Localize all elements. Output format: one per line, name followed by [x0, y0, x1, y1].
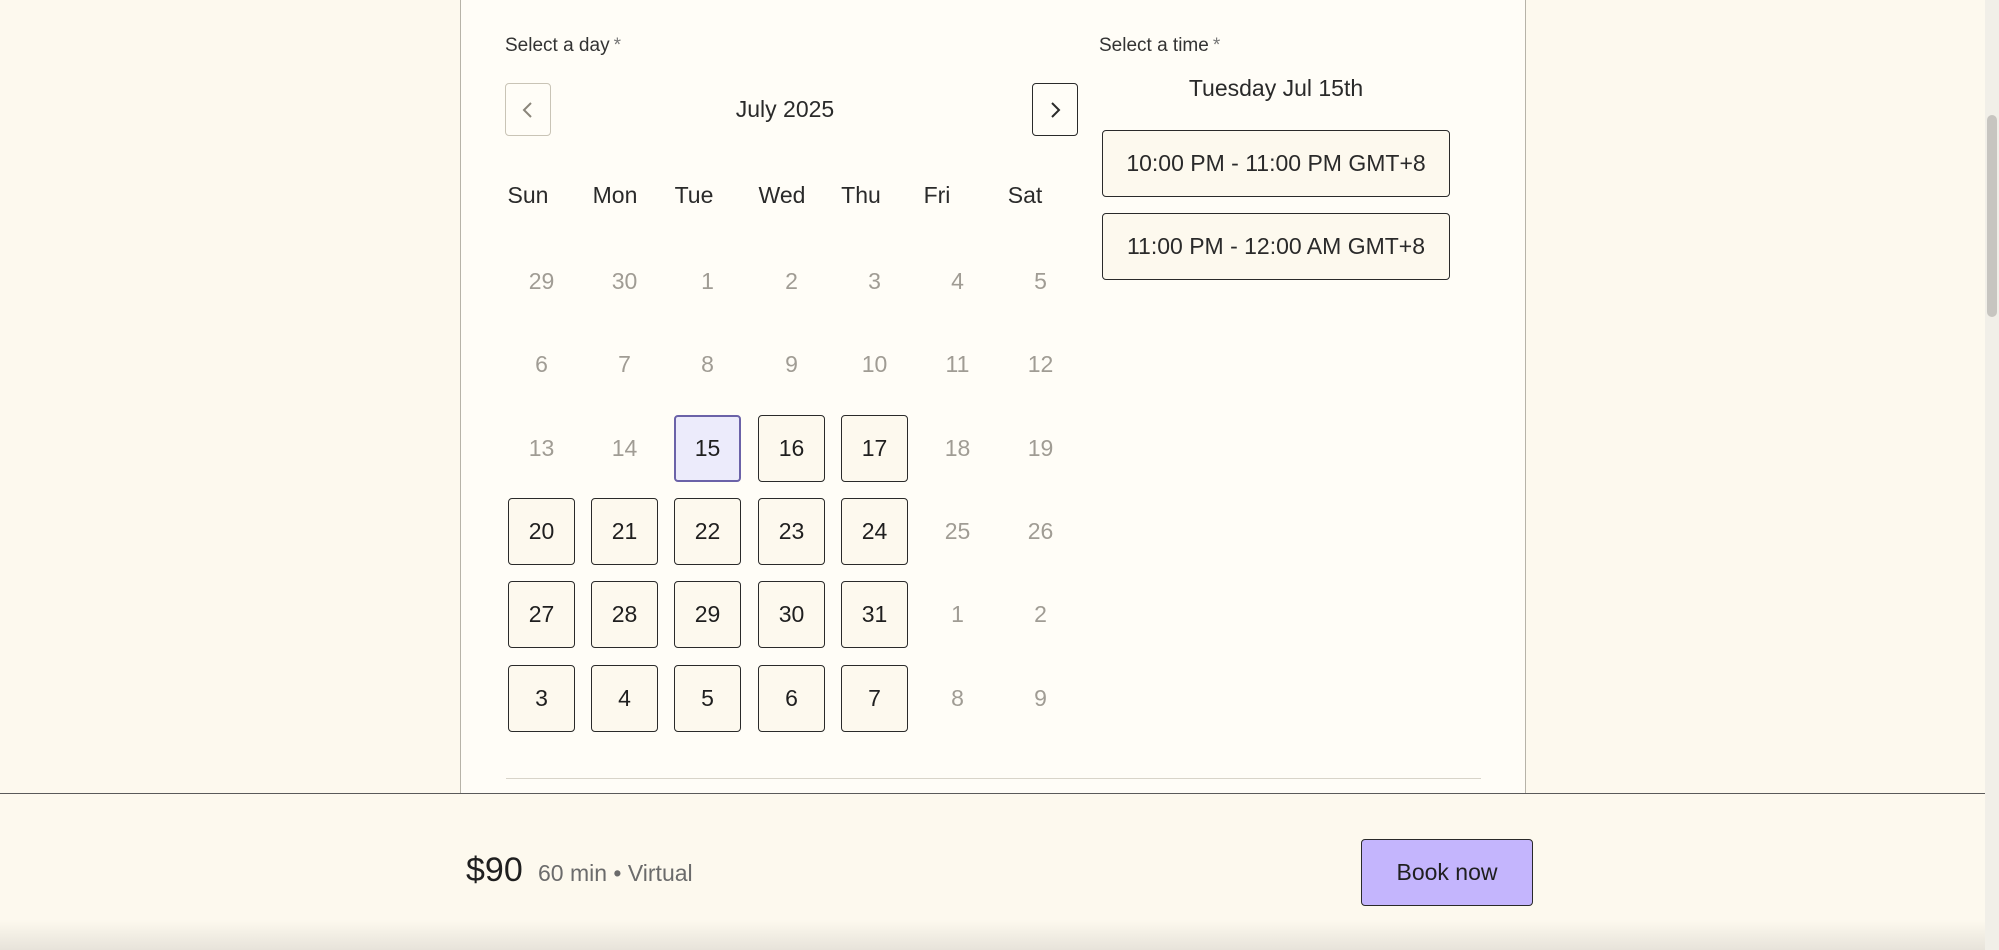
calendar-day: 14 [611, 435, 638, 461]
calendar-day: 19 [1027, 435, 1054, 461]
calendar-day: 11 [945, 351, 970, 377]
calendar-day: 9 [1034, 685, 1047, 711]
divider [506, 778, 1481, 779]
calendar-day-selected[interactable]: 15 [674, 415, 741, 482]
select-time-label-text: Select a time [1099, 35, 1209, 56]
time-slot[interactable]: 11:00 PM - 12:00 AM GMT+8 [1102, 213, 1450, 280]
calendar-day: 6 [535, 351, 548, 377]
calendar-day[interactable]: 31 [841, 581, 908, 648]
weekday-label: Sun [507, 182, 549, 208]
calendar-day: 1 [951, 601, 964, 627]
weekday-label: Sat [1007, 182, 1043, 208]
prev-month-button[interactable] [505, 83, 551, 136]
calendar-day[interactable]: 7 [841, 665, 908, 732]
scrollbar[interactable] [1985, 0, 1999, 950]
calendar-day[interactable]: 28 [591, 581, 658, 648]
calendar-day: 1 [701, 268, 714, 294]
calendar-day[interactable]: 5 [674, 665, 741, 732]
calendar-day: 26 [1027, 518, 1054, 544]
calendar-day[interactable]: 24 [841, 498, 908, 565]
calendar-day: 4 [951, 268, 964, 294]
scrollbar-thumb[interactable] [1987, 115, 1997, 317]
select-time-label: Select a time * [1099, 35, 1220, 57]
calendar-day: 8 [701, 351, 714, 377]
calendar-day[interactable]: 17 [841, 415, 908, 482]
calendar-day: 13 [528, 435, 555, 461]
calendar-day[interactable]: 6 [758, 665, 825, 732]
calendar-day: 30 [611, 268, 638, 294]
required-mark: * [613, 35, 621, 56]
calendar-day[interactable]: 4 [591, 665, 658, 732]
calendar-day[interactable]: 22 [674, 498, 741, 565]
calendar-day[interactable]: 30 [758, 581, 825, 648]
price: $90 [466, 851, 523, 889]
select-day-label-text: Select a day [505, 35, 610, 56]
book-now-button[interactable]: Book now [1361, 839, 1533, 906]
calendar-day: 2 [785, 268, 798, 294]
calendar-day: 10 [861, 351, 888, 377]
calendar-day: 5 [1034, 268, 1047, 294]
select-day-label: Select a day * [505, 35, 621, 57]
calendar-day[interactable]: 21 [591, 498, 658, 565]
chevron-left-icon [522, 101, 532, 118]
calendar-day: 2 [1034, 601, 1047, 627]
calendar-day[interactable]: 27 [508, 581, 575, 648]
weekday-label: Fri [923, 182, 951, 208]
chevron-right-icon [1051, 101, 1061, 118]
page: Select a day * Select a time * July 2025 S… [0, 0, 1999, 950]
calendar-day: 29 [528, 268, 555, 294]
month-label: July 2025 [735, 96, 835, 122]
calendar-day: 25 [944, 518, 971, 544]
calendar-day[interactable]: 23 [758, 498, 825, 565]
selected-date-heading: Tuesday Jul 15th [1188, 75, 1364, 101]
next-month-button[interactable] [1032, 83, 1078, 136]
footer-shadow [0, 920, 1985, 950]
calendar-day: 7 [618, 351, 631, 377]
calendar-day: 12 [1027, 351, 1054, 377]
calendar-day[interactable]: 3 [508, 665, 575, 732]
weekday-label: Wed [758, 182, 806, 208]
required-mark: * [1212, 35, 1221, 56]
calendar-day[interactable]: 16 [758, 415, 825, 482]
calendar-day: 3 [868, 268, 881, 294]
weekday-label: Thu [841, 182, 881, 208]
weekday-label: Mon [592, 182, 638, 208]
calendar-day: 9 [785, 351, 798, 377]
calendar-day: 8 [951, 685, 964, 711]
time-slot[interactable]: 10:00 PM - 11:00 PM GMT+8 [1102, 130, 1450, 197]
session-meta: 60 min • Virtual [538, 860, 693, 886]
weekday-label: Tue [674, 182, 714, 208]
calendar-day: 18 [944, 435, 971, 461]
calendar-day[interactable]: 29 [674, 581, 741, 648]
calendar-day[interactable]: 20 [508, 498, 575, 565]
